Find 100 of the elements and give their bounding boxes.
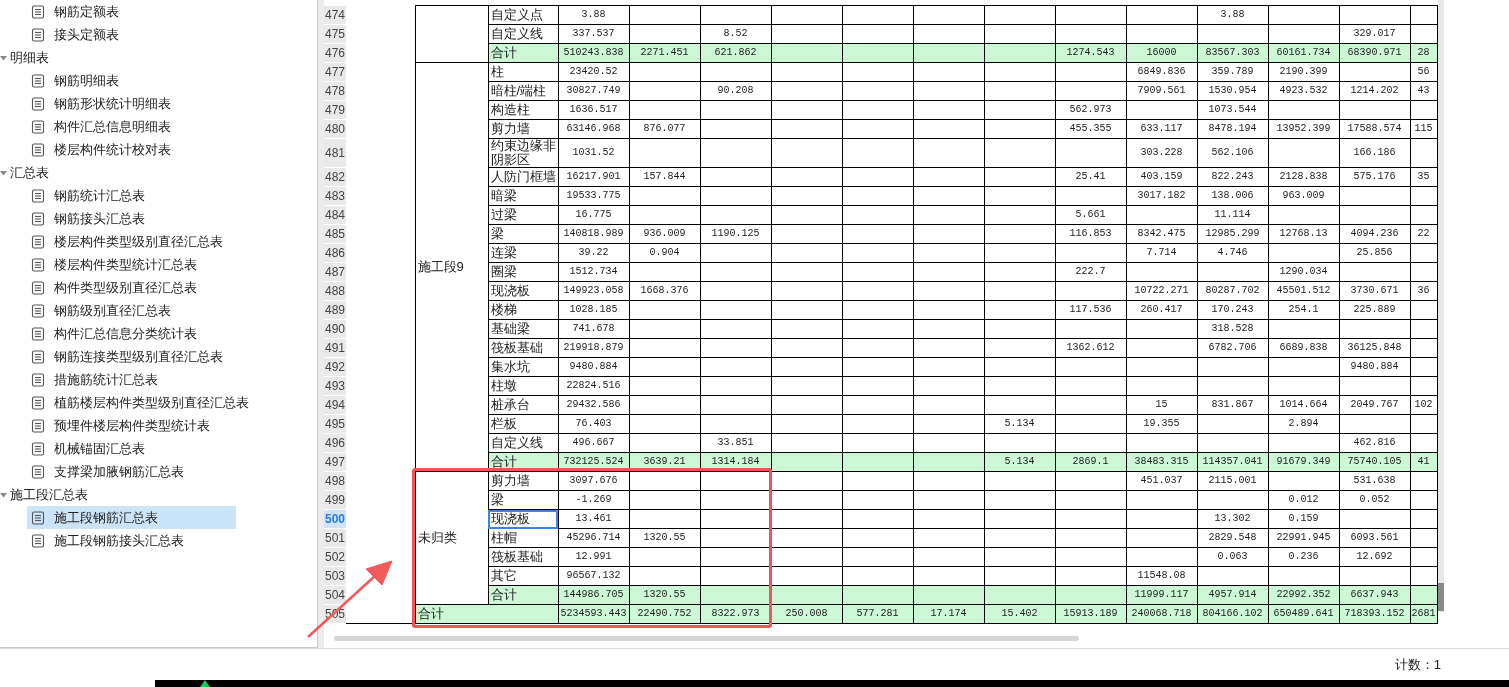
table-cell: 318.528 bbox=[1197, 319, 1268, 339]
table-cell: 39.22 bbox=[558, 243, 629, 263]
table-cell: 1031.52 bbox=[558, 138, 629, 168]
tree-item[interactable]: 钢筋定额表 bbox=[27, 0, 236, 23]
table-cell: 22 bbox=[1410, 224, 1437, 244]
caret-icon[interactable] bbox=[0, 53, 8, 62]
scrollbar-thumb[interactable] bbox=[334, 636, 1079, 641]
tree-item[interactable]: 机械锚固汇总表 bbox=[27, 437, 236, 460]
table-cell: 963.009 bbox=[1268, 186, 1339, 206]
table-cell: 12985.299 bbox=[1197, 224, 1268, 244]
scrollbar-thumb[interactable] bbox=[1438, 583, 1444, 611]
status-count: 计数：1 bbox=[1394, 655, 1441, 674]
tree-item[interactable]: 预埋件楼层构件类型统计表 bbox=[27, 414, 236, 437]
table-cell: 16217.901 bbox=[558, 167, 629, 187]
table-cell: 1073.544 bbox=[1197, 100, 1268, 120]
tree-item[interactable]: 钢筋连接类型级别直径汇总表 bbox=[27, 345, 236, 368]
tree-item[interactable]: 支撑梁加腋钢筋汇总表 bbox=[27, 460, 236, 483]
row-label: 圈梁 bbox=[488, 262, 558, 282]
table-cell: 2115.001 bbox=[1197, 471, 1268, 491]
row-label: 筏板基础 bbox=[488, 547, 558, 567]
table-cell: 140818.989 bbox=[558, 224, 629, 244]
tree-item[interactable]: 钢筋明细表 bbox=[27, 69, 236, 92]
table-cell: 2190.399 bbox=[1268, 62, 1339, 82]
row-label: 构造柱 bbox=[488, 100, 558, 120]
document-icon bbox=[31, 372, 45, 387]
table-cell: 15 bbox=[1126, 395, 1197, 415]
table-cell: 23420.52 bbox=[558, 62, 629, 82]
row-label: 连梁 bbox=[488, 243, 558, 263]
table-cell: 741.678 bbox=[558, 319, 629, 339]
tree-item[interactable]: 接头定额表 bbox=[27, 23, 236, 46]
table-cell: 5.134 bbox=[984, 414, 1055, 434]
tree-item[interactable]: 楼层构件类型级别直径汇总表 bbox=[27, 230, 236, 253]
table-cell: 1190.125 bbox=[700, 224, 771, 244]
table-cell: 17588.574 bbox=[1339, 119, 1410, 139]
tree-item[interactable]: 构件汇总信息明细表 bbox=[27, 115, 236, 138]
tree-item[interactable]: 施工段钢筋汇总表 bbox=[27, 506, 236, 529]
document-icon bbox=[31, 303, 45, 318]
tree-group[interactable]: 明细表 bbox=[10, 47, 49, 68]
tree-group[interactable]: 施工段汇总表 bbox=[10, 484, 88, 505]
row-label: 现浇板 bbox=[488, 281, 558, 301]
table-cell: 575.176 bbox=[1339, 167, 1410, 187]
tree-item[interactable]: 楼层构件统计校对表 bbox=[27, 138, 236, 161]
row-number[interactable]: 474 bbox=[324, 5, 346, 25]
tree-item[interactable]: 构件类型级别直径汇总表 bbox=[27, 276, 236, 299]
table-cell: 80287.702 bbox=[1197, 281, 1268, 301]
table-cell: 2.894 bbox=[1268, 414, 1339, 434]
table-cell: 1636.517 bbox=[558, 100, 629, 120]
tree-item[interactable]: 钢筋统计汇总表 bbox=[27, 184, 236, 207]
tree-item[interactable]: 钢筋级别直径汇总表 bbox=[27, 299, 236, 322]
table-cell: 56 bbox=[1410, 62, 1437, 82]
table-cell: 4.746 bbox=[1197, 243, 1268, 263]
row-label: 桩承台 bbox=[488, 395, 558, 415]
tree-group[interactable]: 汇总表 bbox=[10, 162, 49, 183]
document-icon bbox=[31, 326, 45, 341]
table-cell: 3.88 bbox=[1197, 5, 1268, 25]
table-cell: 831.867 bbox=[1197, 395, 1268, 415]
document-icon bbox=[31, 27, 45, 42]
table-cell: 1362.612 bbox=[1055, 338, 1126, 358]
table-cell: 1214.202 bbox=[1339, 81, 1410, 101]
table-cell: 116.853 bbox=[1055, 224, 1126, 244]
triangle-icon bbox=[200, 680, 210, 687]
table-cell: 9480.884 bbox=[1339, 357, 1410, 377]
table-cell: 36125.848 bbox=[1339, 338, 1410, 358]
tree-item[interactable]: 楼层构件类型统计汇总表 bbox=[27, 253, 236, 276]
document-icon bbox=[31, 464, 45, 479]
table-cell: 1668.376 bbox=[629, 281, 700, 301]
table-cell: 36 bbox=[1410, 281, 1437, 301]
tree-item[interactable]: 植筋楼层构件类型级别直径汇总表 bbox=[27, 391, 253, 414]
caret-icon[interactable] bbox=[0, 490, 8, 499]
tree-item[interactable]: 钢筋接头汇总表 bbox=[27, 207, 236, 230]
table-cell: 254.1 bbox=[1268, 300, 1339, 320]
table-cell: 76.403 bbox=[558, 414, 629, 434]
table-cell: 562.106 bbox=[1197, 138, 1268, 168]
table-cell: 1512.734 bbox=[558, 262, 629, 282]
row-number[interactable]: 481 bbox=[324, 138, 346, 168]
table-cell: 936.009 bbox=[629, 224, 700, 244]
row-label: 柱 bbox=[488, 62, 558, 82]
table-cell: 4923.532 bbox=[1268, 81, 1339, 101]
table-cell: 4094.236 bbox=[1339, 224, 1410, 244]
table-cell: 30827.749 bbox=[558, 81, 629, 101]
table-cell: 3730.671 bbox=[1339, 281, 1410, 301]
table-cell: 19533.775 bbox=[558, 186, 629, 206]
table-cell: 35 bbox=[1410, 167, 1437, 187]
caret-icon[interactable] bbox=[0, 168, 8, 177]
table-cell: 562.973 bbox=[1055, 100, 1126, 120]
table-cell: 531.638 bbox=[1339, 471, 1410, 491]
tree-item[interactable]: 构件汇总信息分类统计表 bbox=[27, 322, 236, 345]
tree-item[interactable]: 措施筋统计汇总表 bbox=[27, 368, 236, 391]
table-cell: 222.7 bbox=[1055, 262, 1126, 282]
document-icon bbox=[31, 257, 45, 272]
row-label: 基础梁 bbox=[488, 319, 558, 339]
tree-item[interactable]: 施工段钢筋接头汇总表 bbox=[27, 529, 236, 552]
tree-item[interactable]: 钢筋形状统计明细表 bbox=[27, 92, 236, 115]
table-cell: 6782.706 bbox=[1197, 338, 1268, 358]
table-cell: 2049.767 bbox=[1339, 395, 1410, 415]
table-cell: 451.037 bbox=[1126, 471, 1197, 491]
table-cell: 6689.838 bbox=[1268, 338, 1339, 358]
document-icon bbox=[31, 280, 45, 295]
table-cell: 303.228 bbox=[1126, 138, 1197, 168]
row-label: 自定义线 bbox=[488, 24, 558, 44]
